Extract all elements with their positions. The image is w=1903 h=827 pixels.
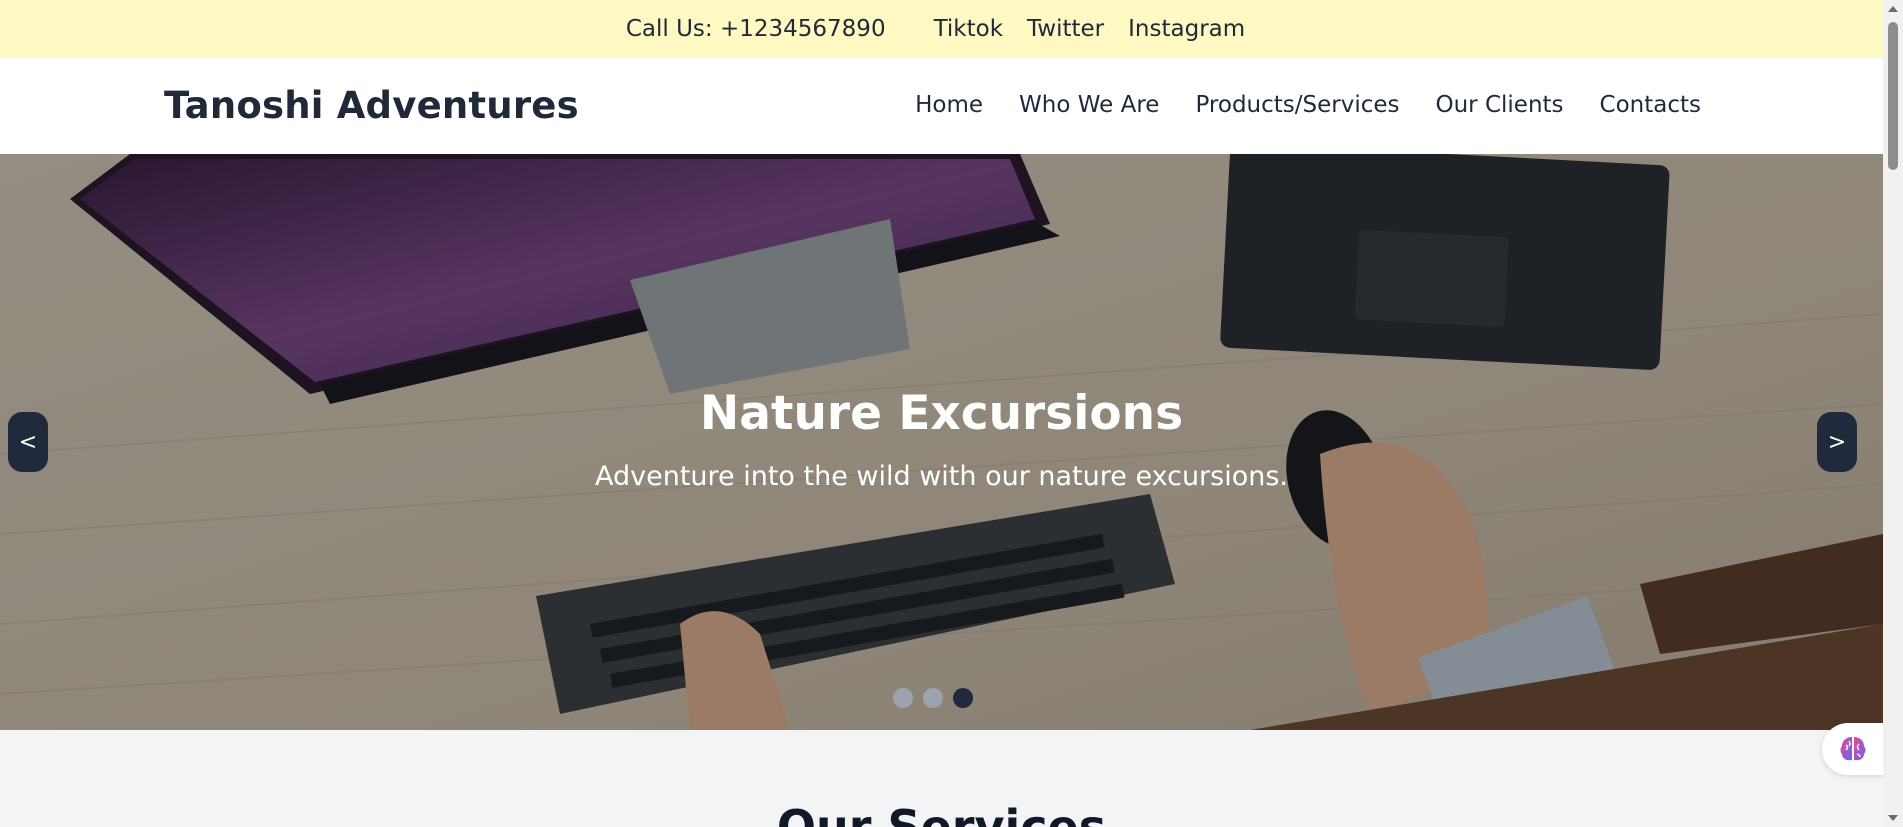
nav-home[interactable]: Home	[915, 92, 983, 118]
carousel-dot-3[interactable]	[953, 688, 973, 708]
hero-title: Nature Excursions	[699, 386, 1184, 441]
hero-overlay	[0, 154, 1883, 730]
scroll-up-icon[interactable]	[1888, 6, 1898, 12]
brain-icon	[1840, 737, 1866, 761]
services-heading: Our Services	[776, 800, 1107, 827]
scroll-thumb[interactable]	[1888, 22, 1898, 170]
carousel-dot-1[interactable]	[893, 688, 913, 708]
services-section: Our Services	[0, 730, 1883, 827]
instagram-link[interactable]: Instagram	[1128, 16, 1245, 42]
page-scrollbar[interactable]	[1883, 0, 1903, 827]
carousel-indicators	[893, 688, 973, 708]
nav-who-we-are[interactable]: Who We Are	[1019, 92, 1159, 118]
carousel-dot-2[interactable]	[923, 688, 943, 708]
hero-subtitle: Adventure into the wild with our nature …	[594, 461, 1289, 492]
main-navbar: Tanoshi Adventures Home Who We Are Produ…	[0, 58, 1883, 154]
carousel-next-button[interactable]: >	[1817, 412, 1857, 472]
nav-products-services[interactable]: Products/Services	[1195, 92, 1399, 118]
page: Call Us: +1234567890 Tiktok Twitter Inst…	[0, 0, 1883, 827]
assistant-widget-button[interactable]	[1822, 723, 1883, 775]
top-contact-bar: Call Us: +1234567890 Tiktok Twitter Inst…	[0, 0, 1883, 58]
twitter-link[interactable]: Twitter	[1027, 16, 1104, 42]
tiktok-link[interactable]: Tiktok	[934, 16, 1003, 42]
nav-links: Home Who We Are Products/Services Our Cl…	[879, 92, 1701, 118]
phone-number: Call Us: +1234567890	[625, 16, 886, 42]
carousel-prev-button[interactable]: <	[8, 412, 48, 472]
nav-our-clients[interactable]: Our Clients	[1436, 92, 1564, 118]
hero-carousel: Nature Excursions Adventure into the wil…	[0, 154, 1883, 730]
nav-contacts[interactable]: Contacts	[1600, 92, 1701, 118]
scroll-down-icon[interactable]	[1888, 815, 1898, 821]
brand-logo[interactable]: Tanoshi Adventures	[164, 84, 579, 127]
